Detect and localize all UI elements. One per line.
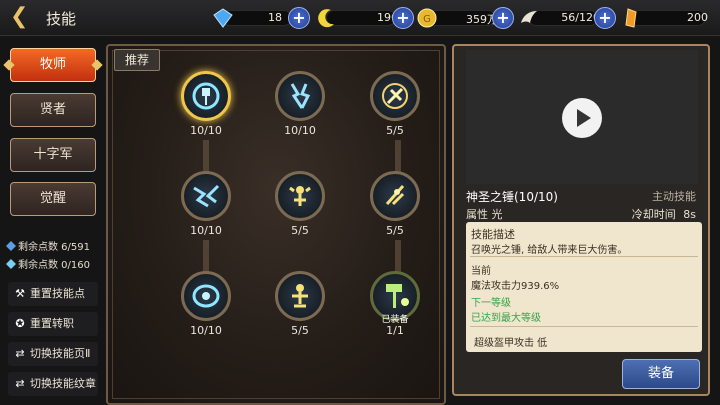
skill-name: 神圣之锤(10/10) [466, 190, 558, 204]
top-bar: ❮ 技能 18 + 196 + G 359万 + 56/120 + 200 [0, 0, 720, 36]
skill-level: 10/10 [190, 124, 222, 137]
skill-strike[interactable] [370, 71, 420, 121]
skill-eye-relic[interactable] [181, 271, 231, 321]
skill-level: 5/5 [386, 124, 404, 137]
add-wing-button[interactable]: + [594, 7, 616, 29]
remaining-points-2: 剩余点数 0/160 [6, 256, 90, 271]
currency-stamina: 196 + [316, 7, 414, 29]
current-level-label: 当前 [471, 266, 491, 277]
skill-chain-lightning[interactable] [181, 171, 231, 221]
recommend-tag[interactable]: 推荐 [114, 49, 160, 71]
stamina-crescent-icon [318, 9, 334, 28]
holy-burst-icon [289, 186, 311, 206]
divider [470, 326, 698, 327]
slash-icon [385, 185, 405, 206]
reset-skill-points-button[interactable]: ⚒ 重置技能点 [8, 282, 98, 306]
skill-type: 主动技能 [652, 190, 696, 203]
desc-title: 技能描述 [471, 228, 515, 241]
skill-level: 5/5 [291, 224, 309, 237]
next-level-label: 下一等级 [471, 298, 511, 309]
holy-hammer-icon [192, 82, 220, 110]
play-icon[interactable] [562, 98, 602, 138]
back-arrow-icon[interactable]: ❮ [10, 6, 36, 30]
crystal-icon [625, 8, 637, 28]
tab-priest[interactable]: 牧师 [10, 48, 96, 82]
equip-button[interactable]: 装备 [622, 359, 700, 389]
skill-level: 1/1 [386, 324, 404, 337]
wing-icon [521, 11, 537, 23]
switch-arrows-icon: ⇄ [15, 377, 25, 390]
add-stamina-button[interactable]: + [392, 7, 414, 29]
currency-crystal: 200 [620, 7, 718, 29]
divider [470, 256, 698, 257]
skill-level: 5/5 [386, 224, 404, 237]
skill-slash[interactable] [370, 171, 420, 221]
strike-icon [382, 83, 408, 109]
tab-crusader[interactable]: 十字军 [10, 138, 96, 172]
skill-level: 10/10 [284, 124, 316, 137]
reset-class-button[interactable]: ✪ 重置转职 [8, 312, 98, 336]
svg-text:G: G [423, 14, 431, 25]
skill-description-box: 技能描述 召唤光之锤, 给敌人带来巨大伤害。 当前 魔法攻击力939.6% 下一… [466, 222, 702, 352]
skill-holy-light[interactable] [275, 271, 325, 321]
currency-gold: G 359万 + [416, 7, 514, 29]
chain-lightning-icon [193, 184, 220, 208]
skill-point-icon [6, 259, 16, 269]
holy-light-icon [292, 284, 308, 308]
skill-level: 10/10 [190, 324, 222, 337]
eye-relic-icon [192, 284, 220, 308]
skill-level: 5/5 [291, 324, 309, 337]
lightning-icon [290, 83, 311, 109]
currency-wing: 56/120 + [518, 7, 616, 29]
skill-cooldown: 冷却时间 8s [631, 208, 696, 221]
add-diamond-button[interactable]: + [288, 7, 310, 29]
tab-awakening[interactable]: 觉醒 [10, 182, 96, 216]
skill-holy-hammer[interactable] [181, 71, 231, 121]
current-level-value: 魔法攻击力939.6% [471, 281, 560, 292]
skill-point-icon [6, 241, 16, 251]
tab-sage[interactable]: 贤者 [10, 93, 96, 127]
switch-skill-page-button[interactable]: ⇄ 切换技能页Ⅱ [8, 342, 98, 366]
skill-level: 10/10 [190, 224, 222, 237]
switch-arrows-icon: ⇄ [15, 347, 25, 360]
next-level-value: 已达到最大等级 [471, 313, 541, 324]
add-gold-button[interactable]: + [492, 7, 514, 29]
reset-gear-icon: ✪ [15, 317, 25, 330]
page-title: 技能 [46, 10, 77, 28]
diamond-icon [213, 8, 233, 28]
gold-coin-icon: G [417, 8, 437, 28]
desc-text: 召唤光之锤, 给敌人带来巨大伤害。 [471, 245, 628, 256]
remaining-points-1: 剩余点数 6/591 [6, 238, 90, 253]
skill-holy-burst[interactable] [275, 171, 325, 221]
super-armor-text: 超级盔甲攻击 低 [474, 338, 548, 349]
currency-diamond: 18 + [212, 7, 310, 29]
reset-hammer-icon: ⚒ [15, 287, 25, 300]
skill-lightning[interactable] [275, 71, 325, 121]
switch-skill-emblem-button[interactable]: ⇄ 切换技能纹章 [8, 372, 98, 396]
skill-attribute: 属性 光 [466, 208, 503, 221]
